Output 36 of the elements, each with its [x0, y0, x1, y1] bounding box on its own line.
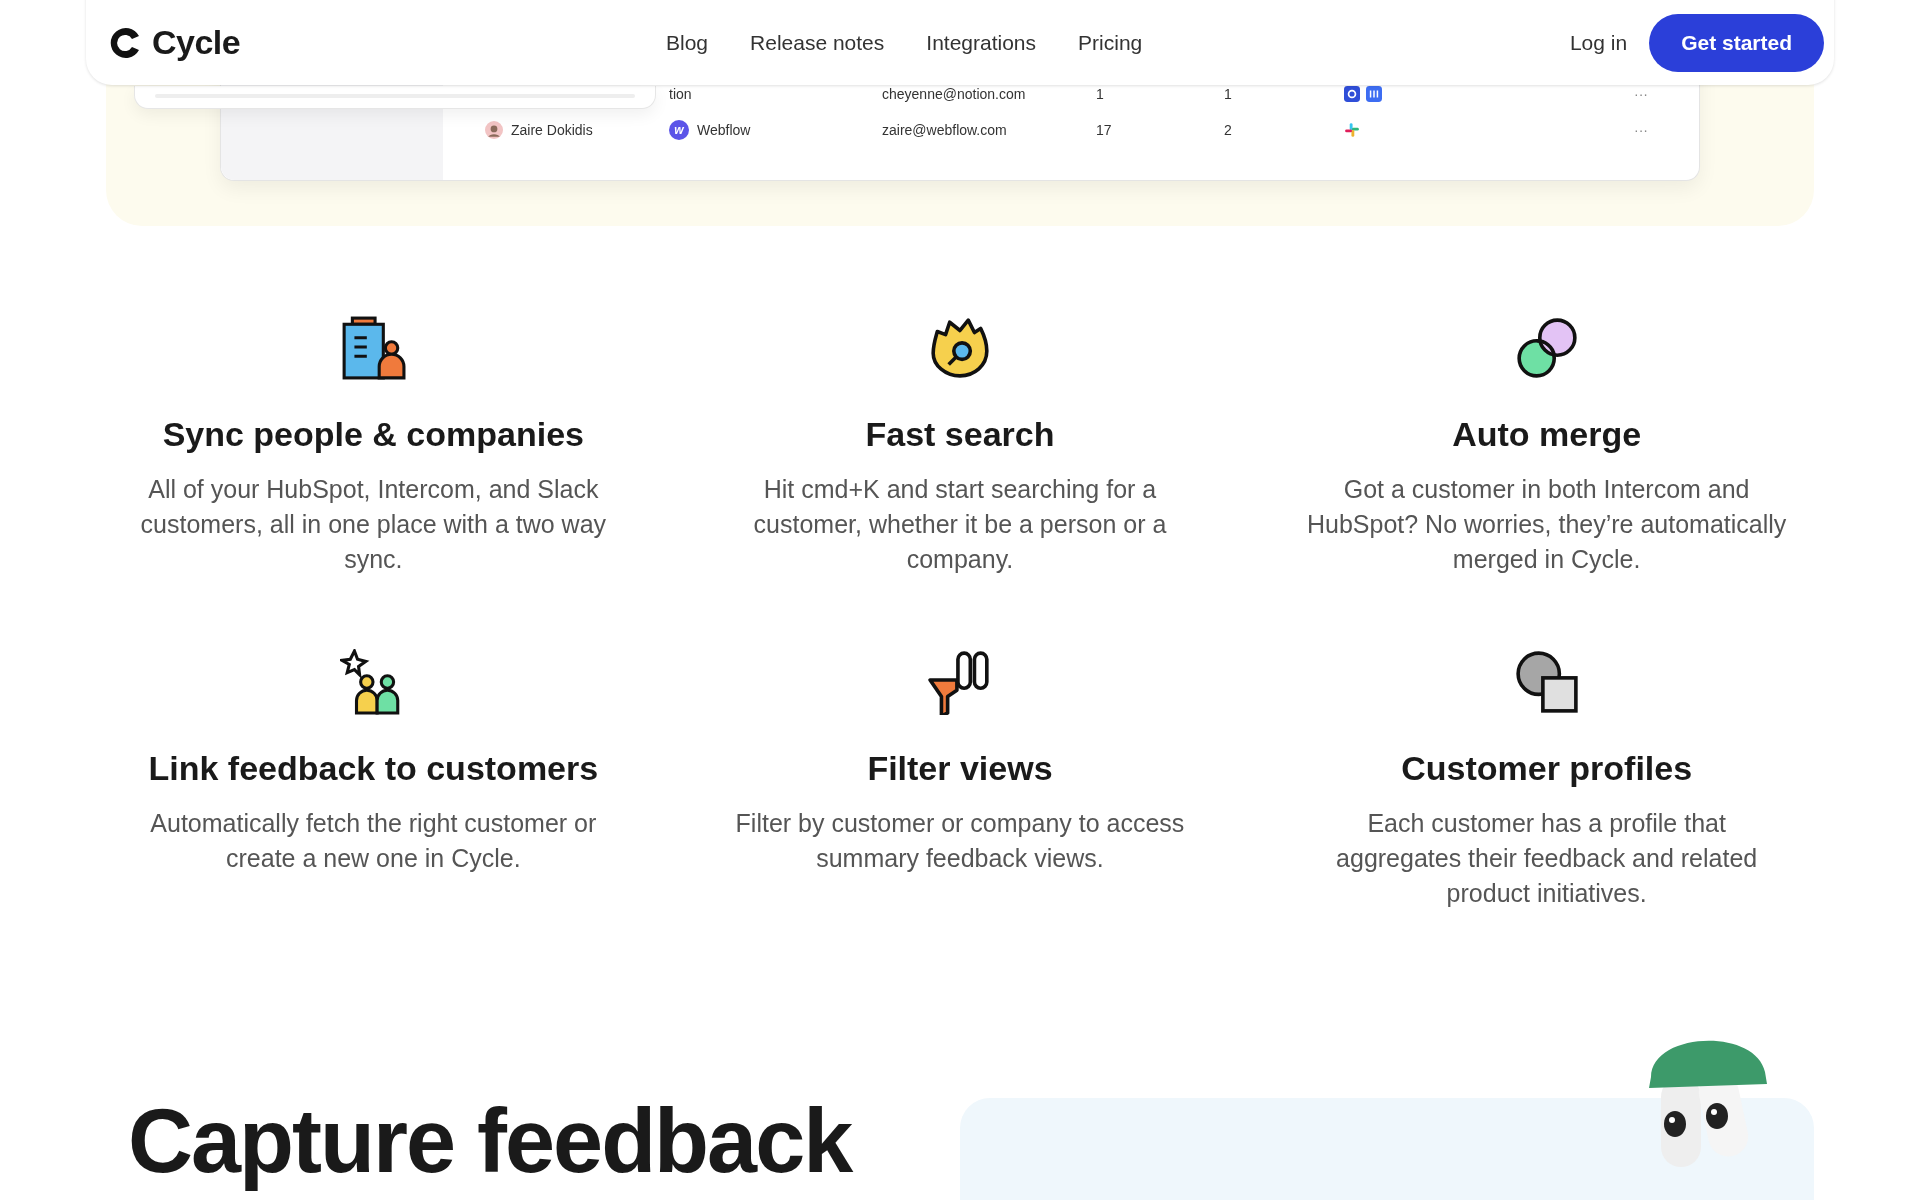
- circle-square-icon: [1513, 649, 1580, 715]
- more-menu[interactable]: ···: [1634, 122, 1648, 138]
- table-cell-text: 1: [1096, 86, 1105, 102]
- building-person-icon: [340, 315, 407, 381]
- table-cell-text: 1: [1224, 86, 1233, 102]
- feature-title: Sync people & companies: [162, 415, 584, 454]
- slack-icon: [1344, 122, 1360, 138]
- nav-link[interactable]: Integrations: [926, 30, 1037, 55]
- table-cell: Webflow: [697, 122, 751, 138]
- table-cell: tion: [669, 86, 692, 102]
- feature-description: Got a customer in both Intercom and HubSpot? No worries, they’re automatically merged in Cycle.: [1305, 474, 1788, 575]
- nav-link[interactable]: Release notes: [750, 30, 885, 55]
- feature-description: All of your HubSpot, Intercom, and Slack customers, all in one place with a two way sync.: [139, 474, 608, 575]
- avatar-icon: [485, 121, 503, 139]
- table-cell-text: 17: [1096, 122, 1113, 138]
- feature-title: Filter views: [867, 749, 1053, 788]
- company-logo: w: [669, 120, 689, 140]
- feature-title: Customer profiles: [1401, 749, 1693, 788]
- section-heading: Capture feedback: [128, 1094, 852, 1189]
- feature-description: Automatically fetch the right customer or create a new one in Cycle.: [149, 808, 598, 874]
- nav-link[interactable]: Pricing: [1078, 30, 1143, 55]
- get-started-button[interactable]: Get started: [1649, 13, 1824, 72]
- feature-description: Each customer has a profile that aggregates their feedback and related product initiatives.: [1335, 808, 1759, 909]
- logo-text[interactable]: Cycle: [152, 23, 241, 62]
- more-menu[interactable]: ···: [1634, 86, 1648, 102]
- feature-description: Hit cmd+K and start searching for a customer, whether it be a person or a company.: [752, 474, 1168, 575]
- feature-title: Fast search: [865, 415, 1055, 454]
- table-cell-text: zaire@webflow.com: [882, 122, 1008, 138]
- nav-link[interactable]: Blog: [666, 30, 709, 55]
- login-link[interactable]: Log in: [1569, 30, 1628, 55]
- table-cell: Zaire Dokidis: [511, 122, 593, 138]
- feature-description: Filter by customer or company to access summary feedback views.: [734, 808, 1186, 874]
- feature-title: Link feedback to customers: [148, 749, 599, 788]
- table-cell-text: cheyenne@notion.com: [882, 86, 1027, 102]
- feature-title: Auto merge: [1452, 415, 1642, 454]
- table-cell-text: 2: [1224, 122, 1233, 138]
